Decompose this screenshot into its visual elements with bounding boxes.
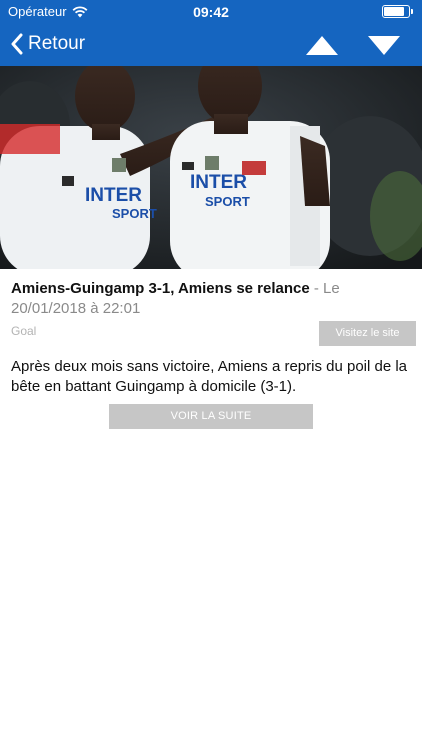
svg-text:INTER: INTER bbox=[85, 185, 142, 206]
back-label: Retour bbox=[28, 33, 86, 54]
article-source: Goal bbox=[11, 324, 37, 338]
navigation-bar: Retour bbox=[0, 22, 422, 66]
chevron-left-icon bbox=[11, 33, 23, 55]
players-photo: INTER SPORT INTER SPORT bbox=[0, 66, 422, 269]
visit-site-button[interactable]: Visitez le site bbox=[319, 321, 416, 346]
svg-text:INTER: INTER bbox=[190, 172, 247, 193]
battery-level bbox=[384, 7, 404, 16]
triangle-up-icon bbox=[306, 36, 338, 55]
back-button[interactable]: Retour bbox=[10, 29, 85, 59]
next-article-button[interactable] bbox=[366, 30, 402, 58]
previous-article-button[interactable] bbox=[304, 30, 340, 58]
top-bar: Opérateur 09:42 Retour bbox=[0, 0, 422, 66]
battery-icon bbox=[382, 5, 413, 18]
article-title: Amiens-Guingamp 3-1, Amiens se relance bbox=[11, 280, 310, 297]
read-more-button[interactable]: VOIR LA SUITE bbox=[109, 404, 313, 429]
status-time: 09:42 bbox=[193, 4, 229, 20]
article-header: Amiens-Guingamp 3-1, Amiens se relance -… bbox=[11, 279, 416, 346]
svg-text:SPORT: SPORT bbox=[112, 206, 157, 221]
status-bar: Opérateur 09:42 bbox=[0, 0, 422, 22]
article-summary: Après deux mois sans victoire, Amiens a … bbox=[11, 358, 408, 395]
article-image: INTER SPORT INTER SPORT bbox=[0, 66, 422, 269]
article-headline[interactable]: Amiens-Guingamp 3-1, Amiens se relance -… bbox=[11, 279, 411, 319]
triangle-down-icon bbox=[368, 36, 400, 55]
svg-text:SPORT: SPORT bbox=[205, 194, 250, 209]
